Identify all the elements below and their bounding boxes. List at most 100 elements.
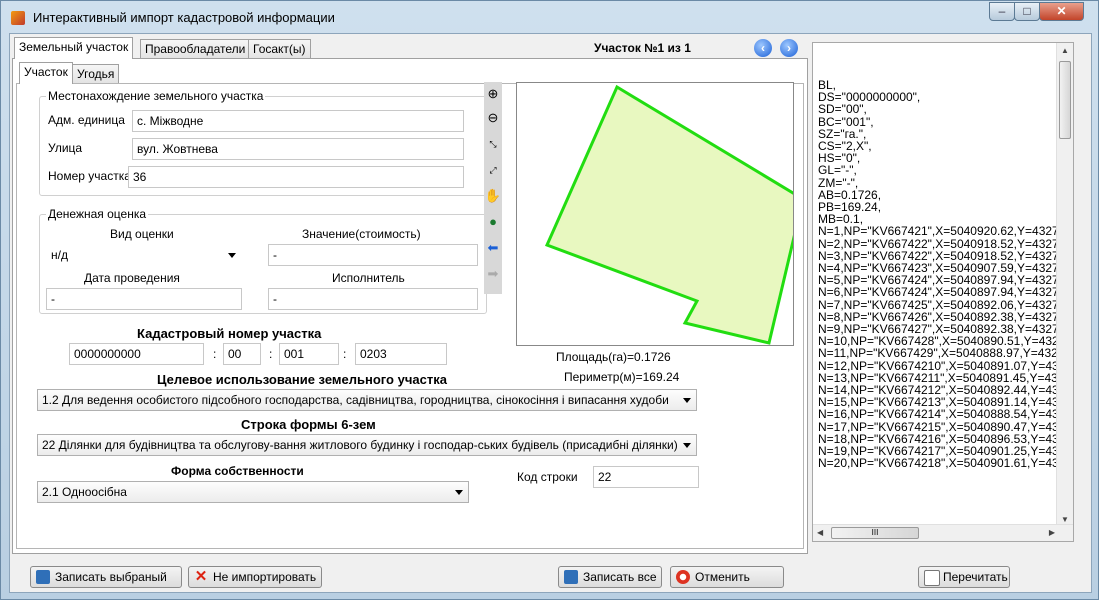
valuation-type-select[interactable]: н/д [46, 244, 242, 266]
cancel-button[interactable]: Отменить [670, 566, 784, 588]
area-readout: Площадь(га)=0.1726 [556, 350, 671, 364]
row-code-field[interactable]: 22 [593, 466, 699, 488]
valuation-value-label: Значение(стоимость) [302, 227, 421, 241]
tab-rights-holders[interactable]: Правообладатели [140, 39, 251, 59]
raw-data-line: N=2,NP="KV667422",X=5040918.52,Y=432742 [818, 236, 1073, 251]
ownership-value: 2.1 Одноосібна [42, 485, 127, 499]
zoom-fit-icon[interactable]: ⤢ [484, 160, 502, 180]
purpose-title: Целевое использование земельного участка [157, 372, 447, 387]
parcel-number-field[interactable]: 36 [128, 166, 464, 188]
horizontal-scrollbar[interactable]: ◀ III ▶ [813, 524, 1073, 541]
location-group: Местонахождение земельного участка Адм. … [39, 89, 487, 196]
cadastral-separator: : [343, 347, 347, 361]
zoom-in-icon[interactable]: ⊕ [484, 84, 502, 104]
map-canvas[interactable] [516, 82, 805, 346]
tab-parcel[interactable]: Участок [19, 62, 73, 84]
raw-data-textarea[interactable]: BL, DS="0000000000", SD="00", BC="001", SZ="… [812, 42, 1074, 542]
cancel-label: Отменить [695, 570, 750, 584]
horizontal-scroll-thumb[interactable]: III [831, 527, 919, 539]
parcel-map [544, 84, 805, 345]
save-all-icon [564, 570, 578, 584]
ownership-title: Форма собственности [171, 464, 304, 478]
raw-data-line: N=16,NP="KV6674214",X=5040888.54,Y=4327 [818, 407, 1073, 422]
street-label: Улица [48, 141, 83, 155]
app-icon [11, 11, 25, 25]
valuation-type-value: н/д [51, 248, 68, 262]
chevron-down-icon [683, 443, 691, 448]
parcel-number-label: Номер участка [48, 169, 131, 183]
cadastral-part-4[interactable]: 0203 [355, 343, 447, 365]
purpose-select[interactable]: 1.2 Для ведення особистого підсобного го… [37, 389, 697, 411]
pan-hand-icon[interactable]: ✋ [484, 186, 502, 206]
form6-value: 22 Ділянки для будівництва та обслугову-… [42, 438, 678, 452]
chevron-down-icon [455, 490, 463, 495]
refresh-document-icon [924, 570, 940, 586]
forward-arrow-icon[interactable]: ➡ [484, 264, 502, 284]
form6-title: Строка формы 6-зем [241, 417, 376, 432]
raw-data-line: SD="00", [818, 102, 867, 117]
reread-label: Перечитать [943, 570, 1008, 584]
no-import-button[interactable]: ✕ Не импортировать [188, 566, 322, 588]
executor-field[interactable]: - [268, 288, 478, 310]
purpose-value: 1.2 Для ведення особистого підсобного го… [42, 393, 669, 407]
zoom-out-icon[interactable]: ⊖ [484, 108, 502, 128]
window-title: Интерактивный импорт кадастровой информа… [33, 10, 335, 25]
tab-land-types[interactable]: Угодья [72, 64, 120, 84]
scroll-right-icon[interactable]: ▶ [1049, 528, 1055, 537]
vertical-scroll-thumb[interactable] [1059, 61, 1071, 139]
chevron-down-icon [228, 253, 236, 258]
raw-data-line: N=6,NP="KV667424",X=5040897.94,Y=432741 [818, 285, 1073, 300]
street-field[interactable]: вул. Жовтнева [132, 138, 464, 160]
minimize-button[interactable]: – [989, 2, 1015, 21]
tab-land-parcel[interactable]: Земельный участок [14, 37, 134, 59]
cadastral-number-title: Кадастровый номер участка [137, 326, 322, 341]
parcel-polygon [544, 84, 805, 345]
close-button[interactable]: ✕ [1039, 2, 1084, 21]
scroll-up-icon[interactable]: ▲ [1061, 46, 1069, 55]
valuation-value-field[interactable]: - [268, 244, 478, 266]
valuation-date-field[interactable]: - [46, 288, 242, 310]
adm-unit-field[interactable]: с. Міжводне [132, 110, 464, 132]
floppy-disk-icon [36, 570, 50, 584]
ownership-select[interactable]: 2.1 Одноосібна [37, 481, 469, 503]
maximize-button[interactable]: □ [1014, 2, 1040, 21]
reread-button[interactable]: Перечитать [918, 566, 1010, 588]
row-code-label: Код строки [517, 470, 578, 484]
red-x-icon: ✕ [194, 568, 208, 585]
import-window: Интерактивный импорт кадастровой информа… [0, 0, 1099, 600]
tab-state-acts[interactable]: Госакт(ы) [248, 39, 311, 59]
window-client: Земельный участок Правообладатели Госакт… [9, 33, 1092, 593]
globe-icon[interactable]: ● [484, 212, 502, 232]
perimeter-readout: Периметр(м)=169.24 [564, 370, 680, 384]
save-all-button[interactable]: Записать все [558, 566, 662, 588]
cadastral-part-1[interactable]: 0000000000 [69, 343, 204, 365]
zoom-extent-icon[interactable]: ⤡ [484, 134, 502, 154]
raw-data-line: BC="001", [818, 114, 874, 129]
vertical-scrollbar[interactable]: ▲ ▼ [1056, 43, 1073, 527]
raw-data-line: N=11,NP="KV667429",X=5040888.97,Y=43274 [818, 346, 1072, 361]
raw-data-line: N=1,NP="KV667421",X=5040920.62,Y=432742 [818, 224, 1073, 239]
prev-parcel-button[interactable]: ‹ [754, 39, 772, 57]
scroll-left-icon[interactable]: ◀ [817, 528, 823, 537]
adm-unit-label: Адм. единица [48, 113, 125, 127]
save-selected-label: Записать выбраный [55, 570, 167, 584]
save-selected-button[interactable]: Записать выбраный [30, 566, 182, 588]
cadastral-separator: : [269, 347, 273, 361]
location-group-title: Местонахождение земельного участка [46, 89, 266, 103]
valuation-type-label: Вид оценки [110, 227, 174, 241]
cadastral-part-3[interactable]: 001 [279, 343, 339, 365]
back-arrow-icon[interactable]: ⬅ [484, 238, 502, 258]
raw-data-line: GL="-", [818, 163, 857, 178]
valuation-group-title: Денежная оценка [46, 207, 149, 221]
next-parcel-button[interactable]: › [780, 39, 798, 57]
no-import-label: Не импортировать [213, 570, 317, 584]
cadastral-part-2[interactable]: 00 [223, 343, 261, 365]
title-bar: Интерактивный импорт кадастровой информа… [1, 1, 1098, 33]
scroll-down-icon[interactable]: ▼ [1061, 515, 1069, 524]
form6-select[interactable]: 22 Ділянки для будівництва та обслугову-… [37, 434, 697, 456]
chevron-down-icon [683, 398, 691, 403]
valuation-date-label: Дата проведения [84, 271, 180, 285]
cadastral-separator: : [213, 347, 217, 361]
valuation-group: Денежная оценка Вид оценки н/д Значение(… [39, 207, 487, 314]
save-all-label: Записать все [583, 570, 657, 584]
